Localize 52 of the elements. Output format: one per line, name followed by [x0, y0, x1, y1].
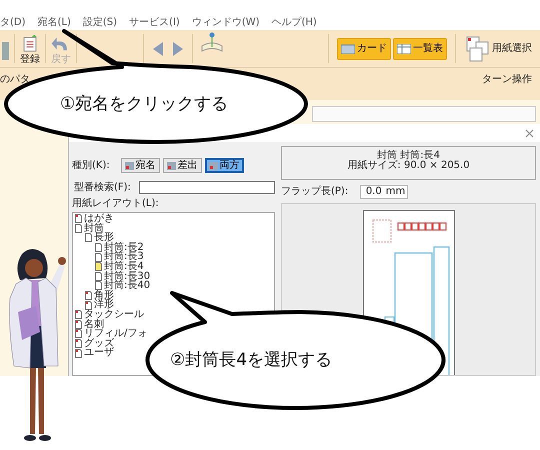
tree-item[interactable]: 角形	[94, 290, 114, 300]
tree-item[interactable]: 封筒:長2	[104, 242, 144, 252]
field-label: 用紙レイアウト(L):	[72, 197, 160, 211]
table-icon	[397, 44, 411, 54]
toolbar-label[interactable]: ターン操作	[482, 72, 532, 87]
type-button[interactable]: 両方	[204, 158, 244, 173]
search-field[interactable]	[138, 181, 275, 194]
type-button[interactable]: 差出	[162, 158, 202, 173]
left-arrow-icon[interactable]	[152, 40, 164, 56]
tree-item[interactable]: グッズ	[84, 338, 114, 348]
type-button[interactable]: 宛名	[120, 158, 160, 173]
view-button[interactable]: 一覧表	[393, 38, 447, 60]
field-label: 型番検索(F):	[74, 180, 131, 195]
callout-text: ②封筒長4を選択する	[170, 350, 332, 370]
menu-item[interactable]: ヘルプ(H)	[272, 14, 317, 30]
tree-item[interactable]: リフィル/フォ	[84, 329, 148, 339]
right-arrow-icon[interactable]	[172, 40, 184, 56]
info-text: 封筒 封筒:長4	[377, 151, 441, 161]
menu-item[interactable]: タ(D)	[0, 14, 26, 30]
menu-item[interactable]: サービス(I)	[129, 14, 180, 30]
tree-item[interactable]: ユーザ	[84, 348, 114, 358]
paper-stack-icon	[466, 36, 490, 62]
text-field[interactable]	[312, 106, 536, 122]
tree-item[interactable]: 封筒:長3	[104, 252, 144, 262]
field-label: 種別(K):	[72, 159, 110, 173]
envelope-icon	[124, 162, 134, 170]
envelope-icon	[208, 162, 218, 170]
info-text: 用紙サイズ: 90.0 × 205.0	[346, 161, 471, 171]
tree-item[interactable]: 長形	[94, 233, 114, 243]
spin-field[interactable]: 0.0 mm	[360, 184, 408, 198]
tree-item[interactable]: 名刺	[84, 320, 104, 330]
menu-item[interactable]: 宛名(L)	[38, 14, 71, 30]
book-icon[interactable]	[201, 32, 223, 52]
toolbar-button[interactable]: 登録	[17, 34, 43, 66]
field-label: フラップ長(P):	[281, 184, 348, 199]
menu-item[interactable]: ウィンドウ(W)	[192, 14, 260, 30]
tree-item[interactable]: 封筒:長40	[104, 281, 150, 291]
tree-item[interactable]: 封筒:長4	[104, 262, 144, 272]
toolbar-label[interactable]: のパタ	[0, 72, 30, 87]
menu-item[interactable]: 設定(S)	[82, 14, 118, 30]
close-icon[interactable]	[525, 128, 534, 138]
tree-item[interactable]: 洋形	[94, 300, 114, 310]
paper-select-button[interactable]: 用紙選択	[458, 32, 540, 64]
view-button[interactable]: カード	[337, 38, 391, 60]
callout-text: ①宛名をクリックする	[60, 94, 228, 114]
folder-icon	[341, 44, 355, 54]
envelope-icon	[166, 162, 176, 170]
tree-item[interactable]: タックシール	[84, 310, 144, 320]
tree-item[interactable]: 封筒:長30	[104, 272, 150, 282]
tree-item[interactable]: はがき	[84, 214, 114, 224]
tree-item[interactable]: 封筒	[84, 224, 104, 234]
document-icon	[2, 40, 10, 62]
